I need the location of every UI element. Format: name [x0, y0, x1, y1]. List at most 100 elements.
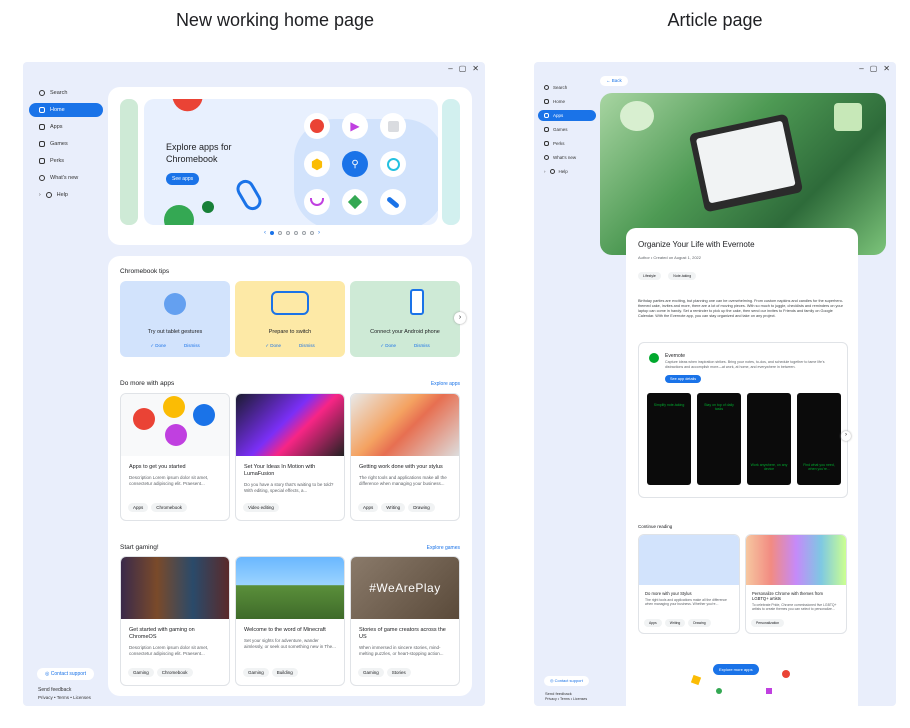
- send-feedback-link[interactable]: Send feedback: [545, 691, 572, 696]
- app-card[interactable]: Set Your Ideas In Motion with LumaFusion…: [235, 393, 345, 521]
- chip[interactable]: Gaming: [358, 668, 384, 677]
- done-button[interactable]: ✓ Done: [380, 343, 396, 349]
- play-icon: ▶: [342, 113, 368, 139]
- done-button[interactable]: ✓ Done: [150, 343, 166, 349]
- sidebar-item-apps[interactable]: Apps: [29, 120, 103, 134]
- pager-dot[interactable]: [310, 231, 314, 235]
- screenshot-4: Find what you need, when you're...: [797, 393, 841, 485]
- chip[interactable]: Drawing: [688, 619, 711, 627]
- carousel-pager: ‹ ›: [264, 230, 320, 236]
- app-desc: Capture ideas when inspiration strikes. …: [665, 360, 825, 369]
- chip[interactable]: Drawing: [408, 503, 435, 512]
- chip[interactable]: Apps: [358, 503, 379, 512]
- minimize-button[interactable]: –: [448, 64, 452, 73]
- tip-card-android[interactable]: Connect your Android phone ✓ Done Dismiss: [350, 281, 460, 357]
- evernote-app-card: Evernote Capture ideas when inspiration …: [638, 342, 851, 498]
- continue-card[interactable]: Do more with your Stylus The right tools…: [638, 534, 740, 634]
- app-card[interactable]: Apps to get you started Description Lore…: [120, 393, 230, 521]
- minimize-button[interactable]: –: [859, 64, 863, 73]
- continue-reading-title: Continue reading: [638, 524, 673, 529]
- explore-games-link[interactable]: Explore games: [427, 545, 460, 551]
- game-card[interactable]: #WeArePlay Stories of game creators acro…: [350, 556, 460, 686]
- chip[interactable]: Chromebook: [151, 503, 188, 512]
- chip[interactable]: Writing: [381, 503, 406, 512]
- chip[interactable]: Note-taking: [668, 272, 697, 280]
- sidebar-item-whats-new[interactable]: What's new: [29, 171, 103, 185]
- switch-illustration: [271, 291, 309, 315]
- chip[interactable]: Apps: [644, 619, 662, 627]
- tip-card-switch[interactable]: Prepare to switch ✓ Done Dismiss: [235, 281, 345, 357]
- article-chips: Lifestyle Note-taking: [638, 264, 699, 282]
- pager-dot[interactable]: [278, 231, 282, 235]
- dismiss-button[interactable]: Dismiss: [299, 343, 315, 349]
- home-icon: [544, 99, 549, 104]
- pager-dot[interactable]: [302, 231, 306, 235]
- chip[interactable]: Writing: [664, 619, 686, 627]
- game-card[interactable]: Welcome to the word of Minecraft Set you…: [235, 556, 345, 686]
- maximize-button[interactable]: ▢: [459, 64, 467, 73]
- chip[interactable]: Personalization: [751, 619, 785, 627]
- explore-apps-link[interactable]: Explore apps: [431, 381, 460, 387]
- content-panel: Chromebook tips Try out tablet gestures …: [108, 256, 472, 696]
- pager-dot[interactable]: [286, 231, 290, 235]
- chip[interactable]: Gaming: [243, 668, 269, 677]
- mug-illustration: [834, 103, 862, 131]
- send-feedback-link[interactable]: Send feedback: [38, 687, 71, 693]
- chip[interactable]: Stories: [386, 668, 411, 677]
- close-button[interactable]: ✕: [883, 64, 890, 73]
- pill-icon: [380, 189, 406, 215]
- see-apps-button[interactable]: See apps: [166, 173, 200, 185]
- card-desc: Do you have a story that's waiting to be…: [244, 482, 334, 493]
- dismiss-button[interactable]: Dismiss: [414, 343, 430, 349]
- card-desc: The right tools and applications make al…: [359, 475, 447, 486]
- hero-panel: Explore apps for Chromebook See apps ▶ ⬢…: [108, 87, 472, 245]
- chip[interactable]: Lifestyle: [638, 272, 661, 280]
- article-window: – ▢ ✕ Search Home Apps Games Perks What'…: [534, 62, 896, 706]
- close-button[interactable]: ✕: [472, 64, 479, 73]
- tips-next-button[interactable]: ›: [454, 312, 466, 324]
- sidebar-item-perks[interactable]: Perks: [538, 138, 596, 149]
- screenshots-next-button[interactable]: ›: [841, 431, 851, 441]
- see-app-details-button[interactable]: See app details: [665, 375, 702, 383]
- done-button[interactable]: ✓ Done: [265, 343, 281, 349]
- chip[interactable]: Video editing: [243, 503, 279, 512]
- chevron-right-icon[interactable]: ›: [318, 230, 320, 236]
- perks-icon: [544, 141, 549, 146]
- chip[interactable]: Apps: [128, 503, 149, 512]
- chip[interactable]: Building: [271, 668, 298, 677]
- chip[interactable]: Chromebook: [156, 668, 193, 677]
- maximize-button[interactable]: ▢: [870, 64, 878, 73]
- dismiss-button[interactable]: Dismiss: [184, 343, 200, 349]
- contact-support-button[interactable]: ◎ Contact support: [544, 676, 589, 686]
- sidebar-item-help[interactable]: › Help: [538, 166, 596, 177]
- game-card[interactable]: Get started with gaming on ChromeOS Desc…: [120, 556, 230, 686]
- card-title: Set Your Ideas In Motion with LumaFusion: [244, 464, 316, 477]
- article-panel: Organize Your Life with Evernote Author …: [626, 228, 858, 706]
- back-button[interactable]: ← Back: [600, 76, 628, 86]
- continue-card[interactable]: Personalize Chrome with themes from LGBT…: [745, 534, 847, 634]
- sidebar-item-help[interactable]: › Help: [29, 188, 103, 202]
- sidebar-item-search[interactable]: Search: [29, 86, 103, 100]
- explore-more-apps-button[interactable]: Explore more apps: [713, 664, 759, 675]
- chevron-left-icon[interactable]: ‹: [264, 230, 266, 236]
- hero-title: Explore apps for Chromebook: [166, 142, 232, 164]
- sidebar-item-home[interactable]: Home: [29, 103, 103, 117]
- tablet-illustration: [688, 113, 804, 213]
- legal-links[interactable]: Privacy • Terms • Licenses: [38, 695, 91, 700]
- tip-card-gestures[interactable]: Try out tablet gestures ✓ Done Dismiss: [120, 281, 230, 357]
- legal-links[interactable]: Privacy • Terms • Licenses: [545, 697, 587, 701]
- app-card[interactable]: Getting work done with your stylus The r…: [350, 393, 460, 521]
- pager-dot[interactable]: [294, 231, 298, 235]
- chip[interactable]: Gaming: [128, 668, 154, 677]
- hero-shape-dot: [202, 201, 214, 213]
- sidebar-item-perks[interactable]: Perks: [29, 154, 103, 168]
- contact-support-button[interactable]: ◎ Contact support: [37, 668, 95, 680]
- sidebar-item-games[interactable]: Games: [538, 124, 596, 135]
- pager-dot-active[interactable]: [270, 231, 274, 235]
- sidebar-item-games[interactable]: Games: [29, 137, 103, 151]
- sidebar-item-apps[interactable]: Apps: [538, 110, 596, 121]
- games-icon: [544, 127, 549, 132]
- sidebar-item-search[interactable]: Search: [538, 82, 596, 93]
- sidebar-item-home[interactable]: Home: [538, 96, 596, 107]
- sidebar-item-whats-new[interactable]: What's new: [538, 152, 596, 163]
